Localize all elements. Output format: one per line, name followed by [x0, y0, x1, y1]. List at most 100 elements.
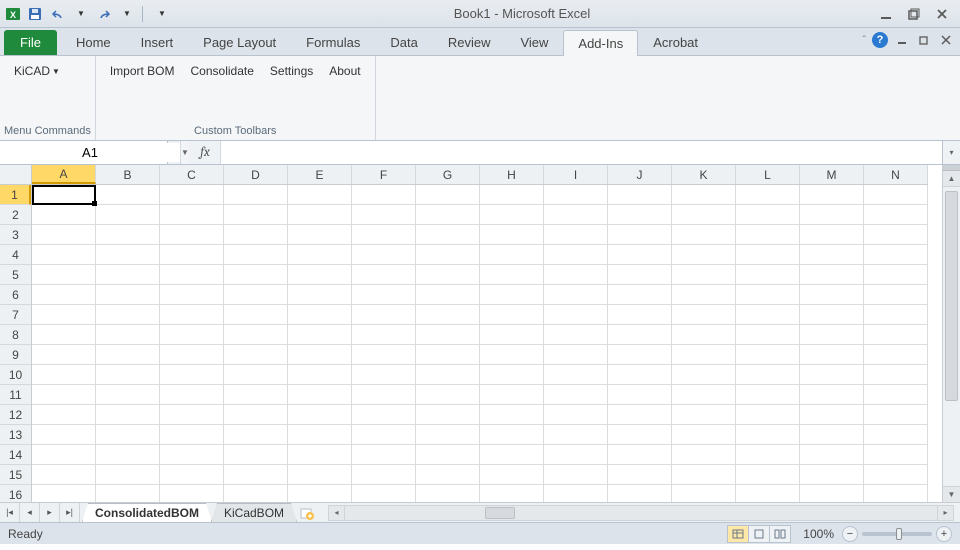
cell-F8[interactable]: [352, 325, 416, 345]
save-button[interactable]: [25, 4, 45, 24]
cell-D9[interactable]: [224, 345, 288, 365]
cell-B13[interactable]: [96, 425, 160, 445]
cell-B2[interactable]: [96, 205, 160, 225]
row-header-11[interactable]: 11: [0, 385, 31, 405]
cell-N5[interactable]: [864, 265, 928, 285]
cell-F15[interactable]: [352, 465, 416, 485]
cell-G8[interactable]: [416, 325, 480, 345]
zoom-slider-thumb[interactable]: [896, 528, 902, 540]
cell-C16[interactable]: [160, 485, 224, 502]
cell-E9[interactable]: [288, 345, 352, 365]
vscroll-track[interactable]: [943, 187, 960, 486]
cell-N3[interactable]: [864, 225, 928, 245]
cell-G13[interactable]: [416, 425, 480, 445]
cell-C5[interactable]: [160, 265, 224, 285]
cell-C12[interactable]: [160, 405, 224, 425]
column-header-I[interactable]: I: [544, 165, 608, 184]
cell-I12[interactable]: [544, 405, 608, 425]
cell-A13[interactable]: [32, 425, 96, 445]
column-header-J[interactable]: J: [608, 165, 672, 184]
file-tab[interactable]: File: [4, 30, 57, 55]
cell-M1[interactable]: [800, 185, 864, 205]
cell-C11[interactable]: [160, 385, 224, 405]
column-header-F[interactable]: F: [352, 165, 416, 184]
cell-M6[interactable]: [800, 285, 864, 305]
cell-L11[interactable]: [736, 385, 800, 405]
cell-C1[interactable]: [160, 185, 224, 205]
cell-L1[interactable]: [736, 185, 800, 205]
cell-D8[interactable]: [224, 325, 288, 345]
row-header-16[interactable]: 16: [0, 485, 31, 502]
cell-B5[interactable]: [96, 265, 160, 285]
undo-button[interactable]: [48, 4, 68, 24]
cell-J3[interactable]: [608, 225, 672, 245]
cell-H8[interactable]: [480, 325, 544, 345]
ribbon-cmd-kicad[interactable]: KiCAD ▼: [10, 62, 64, 80]
cell-A15[interactable]: [32, 465, 96, 485]
cell-F10[interactable]: [352, 365, 416, 385]
cell-A8[interactable]: [32, 325, 96, 345]
cell-J6[interactable]: [608, 285, 672, 305]
cell-B4[interactable]: [96, 245, 160, 265]
customize-qat-button[interactable]: ▼: [152, 4, 172, 24]
zoom-slider-track[interactable]: [862, 532, 932, 536]
undo-dropdown[interactable]: ▼: [71, 4, 91, 24]
cell-B3[interactable]: [96, 225, 160, 245]
ribbon-tab-insert[interactable]: Insert: [126, 29, 189, 55]
cell-E5[interactable]: [288, 265, 352, 285]
cell-J5[interactable]: [608, 265, 672, 285]
redo-dropdown[interactable]: ▼: [117, 4, 137, 24]
cell-G15[interactable]: [416, 465, 480, 485]
cell-G2[interactable]: [416, 205, 480, 225]
cell-K14[interactable]: [672, 445, 736, 465]
cell-I5[interactable]: [544, 265, 608, 285]
cell-N15[interactable]: [864, 465, 928, 485]
cell-E15[interactable]: [288, 465, 352, 485]
cell-L15[interactable]: [736, 465, 800, 485]
cell-M16[interactable]: [800, 485, 864, 502]
cell-K10[interactable]: [672, 365, 736, 385]
cell-I3[interactable]: [544, 225, 608, 245]
row-header-1[interactable]: 1: [0, 185, 31, 205]
cell-D6[interactable]: [224, 285, 288, 305]
cell-L9[interactable]: [736, 345, 800, 365]
row-header-15[interactable]: 15: [0, 465, 31, 485]
row-header-9[interactable]: 9: [0, 345, 31, 365]
cell-B16[interactable]: [96, 485, 160, 502]
vertical-scrollbar[interactable]: ▲ ▼: [942, 165, 960, 502]
cell-L14[interactable]: [736, 445, 800, 465]
name-box[interactable]: [0, 143, 180, 162]
cell-L10[interactable]: [736, 365, 800, 385]
cell-E10[interactable]: [288, 365, 352, 385]
zoom-out-button[interactable]: −: [842, 526, 858, 542]
normal-view-button[interactable]: [727, 525, 749, 543]
cell-B12[interactable]: [96, 405, 160, 425]
cell-I6[interactable]: [544, 285, 608, 305]
cell-K8[interactable]: [672, 325, 736, 345]
cell-B11[interactable]: [96, 385, 160, 405]
cell-K13[interactable]: [672, 425, 736, 445]
cell-F2[interactable]: [352, 205, 416, 225]
ribbon-cmd-about[interactable]: About: [325, 62, 364, 80]
cell-A5[interactable]: [32, 265, 96, 285]
name-box-dropdown[interactable]: ▼: [180, 141, 189, 164]
ribbon-tab-page-layout[interactable]: Page Layout: [188, 29, 291, 55]
ribbon-tab-formulas[interactable]: Formulas: [291, 29, 375, 55]
cell-D11[interactable]: [224, 385, 288, 405]
cell-D13[interactable]: [224, 425, 288, 445]
cell-M5[interactable]: [800, 265, 864, 285]
cell-B7[interactable]: [96, 305, 160, 325]
cell-E12[interactable]: [288, 405, 352, 425]
cell-F7[interactable]: [352, 305, 416, 325]
cell-G11[interactable]: [416, 385, 480, 405]
cell-N12[interactable]: [864, 405, 928, 425]
column-header-K[interactable]: K: [672, 165, 736, 184]
cell-L5[interactable]: [736, 265, 800, 285]
cell-E11[interactable]: [288, 385, 352, 405]
cell-H6[interactable]: [480, 285, 544, 305]
cell-L13[interactable]: [736, 425, 800, 445]
cell-G7[interactable]: [416, 305, 480, 325]
cell-K7[interactable]: [672, 305, 736, 325]
row-header-2[interactable]: 2: [0, 205, 31, 225]
cell-K15[interactable]: [672, 465, 736, 485]
